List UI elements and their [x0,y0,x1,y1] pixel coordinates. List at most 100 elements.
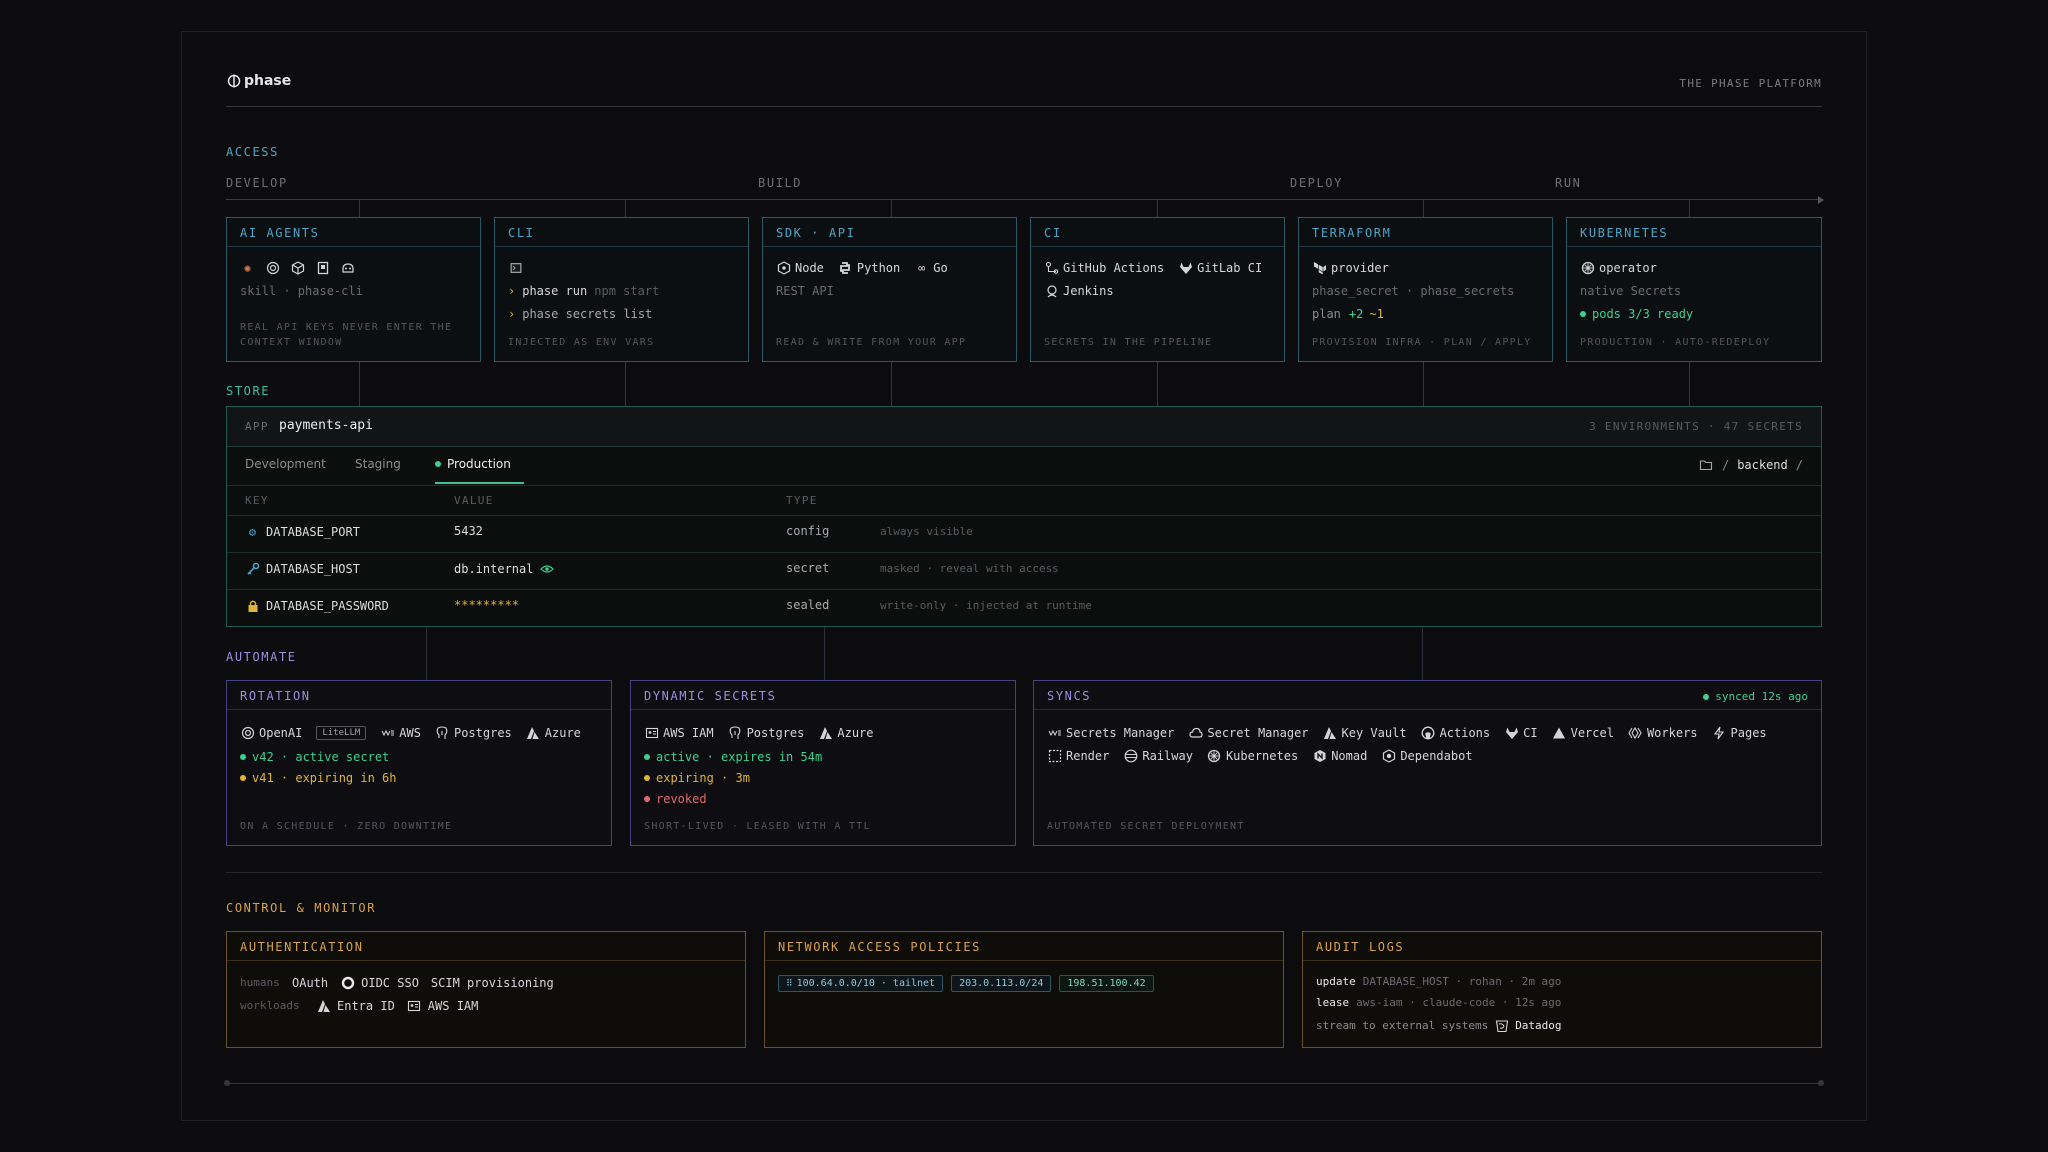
cidr-range[interactable]: 203.0.113.0/24 [951,975,1052,992]
secret-key: DATABASE_PASSWORD [266,598,389,613]
cidr-tailnet[interactable]: ⠿ 100.64.0.0/10 · tailnet [778,975,944,992]
status-dot-green [1580,311,1586,317]
tab-production[interactable]: Production [435,457,511,471]
dynamic-foot: SHORT-LIVED · LEASED WITH A TTL [644,821,871,832]
sync-target: Secret Manager [1207,725,1309,740]
auth-aws-iam: AWS IAM [427,998,479,1013]
secret-type: secret [786,561,830,575]
k8s-status: pods 3/3 ready [1592,307,1694,321]
sync-target: Nomad [1331,748,1368,763]
syncs-status: synced 12s ago [1703,690,1808,703]
card-cli[interactable]: CLI › phase run npm start › phase secret… [494,217,749,362]
status-dot-red [644,796,650,802]
card-kubernetes[interactable]: KUBERNETES operator native Secrets pods … [1566,217,1822,362]
aws-iam-icon [407,998,422,1013]
card-ci[interactable]: CI GitHub Actions GitLab CI Jenkins SECR… [1030,217,1285,362]
eye-reveal-icon[interactable] [539,561,554,576]
lock-icon [245,598,260,613]
network-grid-icon: ⠿ [786,978,793,989]
store-summary: 3 ENVIRONMENTS · 47 SECRETS [1589,420,1803,433]
app-name[interactable]: payments-api [279,418,373,433]
sync-target: Railway [1142,748,1193,763]
timeline-arrow-icon [1818,196,1824,204]
card-title: SDK · API [776,226,856,240]
card-dynamic-secrets[interactable]: DYNAMIC SECRETS AWS IAM Postgres Azure a… [630,680,1016,846]
audit-detail: aws-iam · claude-code · 12s ago [1356,996,1562,1009]
secret-note: always visible [880,525,973,538]
sdk-foot: READ & WRITE FROM YOUR APP [776,337,967,348]
tab-active-underline [435,482,524,484]
syncs-status-text: synced 12s ago [1715,690,1808,703]
sdk-go: Go [933,260,948,275]
nodejs-icon [776,260,791,275]
nomad-icon [1312,748,1327,763]
postgres-icon [435,725,450,740]
tab-production-label: Production [447,457,511,471]
status-dot-green [644,754,650,760]
header-divider [226,106,1822,107]
footer-tick-left [224,1080,230,1086]
card-syncs[interactable]: SYNCS synced 12s ago Secrets Manager Sec… [1033,680,1822,846]
ci-jenkins: Jenkins [1063,283,1114,298]
ai-agents-foot-1: REAL API KEYS NEVER ENTER THE [240,322,453,333]
gitlab-icon [1178,260,1193,275]
secret-value: ********* [454,598,520,612]
audit-stream-target: Datadog [1515,1019,1562,1032]
terraform-provider: provider [1331,260,1389,275]
platform-tagline: THE PHASE PLATFORM [1679,77,1822,90]
automate-divider [226,872,1822,873]
secret-type: sealed [786,598,830,612]
vercel-triangle-icon [1552,725,1567,740]
tab-development[interactable]: Development [245,457,326,471]
sync-target: Key Vault [1341,725,1407,740]
auth-oidc: OIDC SSO [361,975,419,990]
oidc-ring-icon [340,975,355,990]
azure-icon [316,998,331,1013]
cloudflare-workers-icon [1628,725,1643,740]
path-breadcrumb[interactable]: / backend / [1699,457,1803,472]
tab-staging[interactable]: Staging [355,457,401,471]
aws-icon [1047,725,1062,740]
azure-icon [818,725,833,740]
status-dot-green [240,754,246,760]
cli-cmd-2: phase secrets list [522,307,653,321]
rotation-status-2: v41 · expiring in 6h [252,771,397,785]
card-title: TERRAFORM [1312,226,1392,240]
terraform-line: phase_secret · phase_secrets [1312,284,1515,298]
sync-target: Render [1066,748,1110,763]
azure-icon [1323,725,1338,740]
openai-icon [240,725,255,740]
gcp-cloud-icon [1188,725,1203,740]
folder-icon [1699,457,1714,472]
card-ai-agents[interactable]: AI AGENTS ✺ skill · phase-cli REAL API K… [226,217,481,362]
card-rotation[interactable]: ROTATION OpenAI LiteLLM AWS Postgres Azu… [226,680,612,846]
footer-tick-right [1818,1080,1824,1086]
terraform-foot: PROVISION INFRA · PLAN / APPLY [1312,337,1532,348]
azure-icon [526,725,541,740]
rotation-azure: Azure [544,725,581,740]
auth-humans-label: humans [240,976,280,989]
path-separator: / [1795,457,1803,472]
secrets-store: APP payments-api 3 ENVIRONMENTS · 47 SEC… [226,406,1822,627]
card-title: AUTHENTICATION [240,940,364,954]
card-sdk-api[interactable]: SDK · API Node Python ∞ Go REST API READ… [762,217,1017,362]
ai-agents-line: skill · phase-cli [240,284,363,298]
card-authentication[interactable]: AUTHENTICATION humans OAuth OIDC SSO SCI… [226,931,746,1048]
card-network-policies[interactable]: NETWORK ACCESS POLICIES ⠿ 100.64.0.0/10 … [764,931,1284,1048]
card-audit-logs[interactable]: AUDIT LOGS update DATABASE_HOST · rohan … [1302,931,1822,1048]
auth-scim: SCIM provisioning [430,975,554,990]
jenkins-icon [1044,283,1059,298]
logo[interactable]: phase [227,73,291,89]
path-separator: / [1721,457,1730,472]
audit-action: update [1316,975,1356,988]
kubernetes-helm-icon [1580,260,1595,275]
status-dot-yellow [644,775,650,781]
stage-timeline [226,199,1820,200]
rotation-litellm: LiteLLM [316,725,367,740]
ci-foot: SECRETS IN THE PIPELINE [1044,337,1213,348]
ci-github-actions: GitHub Actions [1063,260,1165,275]
kubernetes-helm-icon [1207,748,1222,763]
sync-target: Secrets Manager [1066,725,1175,740]
card-terraform[interactable]: TERRAFORM provider phase_secret · phase_… [1298,217,1553,362]
cidr-ip[interactable]: 198.51.100.42 [1059,975,1154,992]
